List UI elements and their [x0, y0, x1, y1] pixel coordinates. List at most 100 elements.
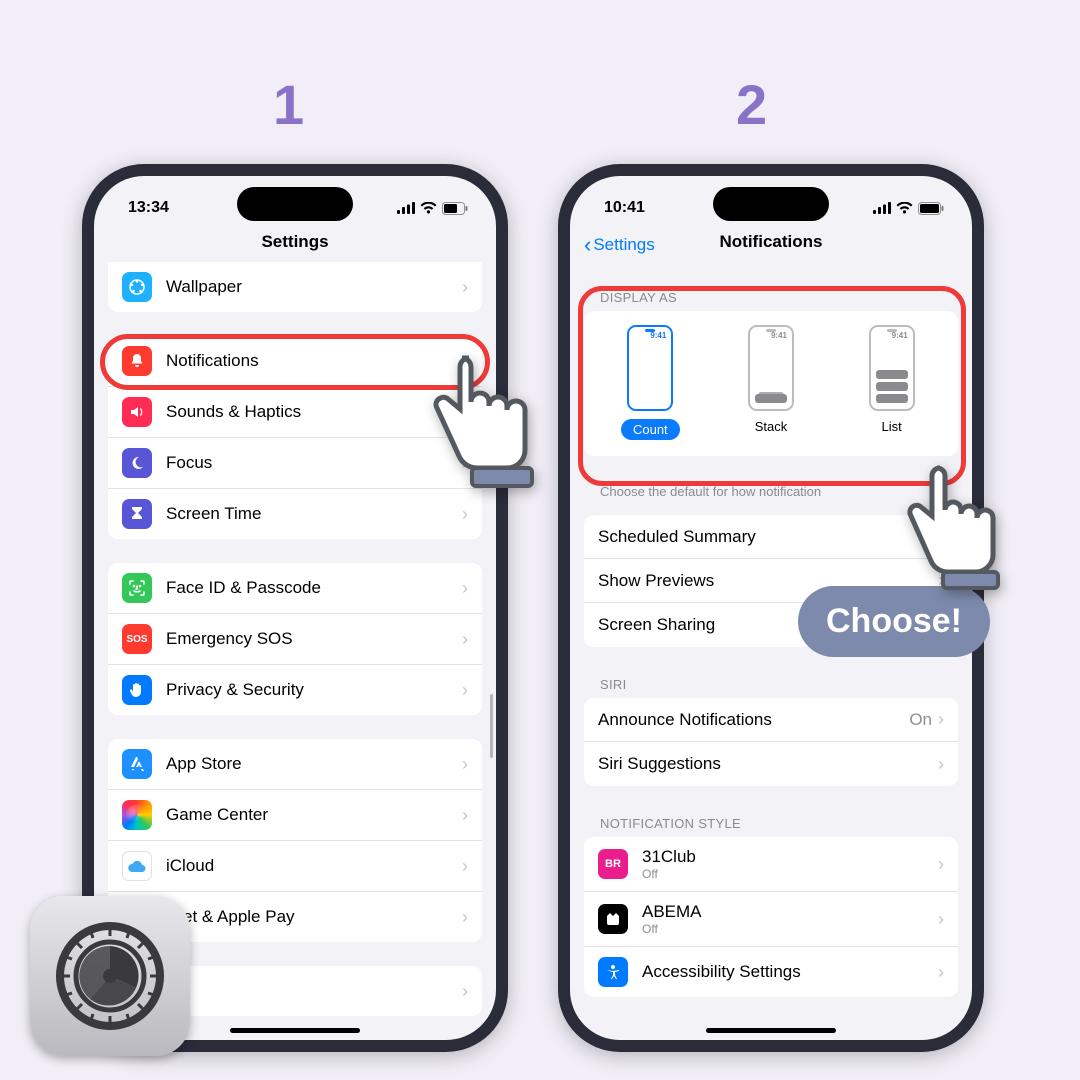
- row-sos[interactable]: SOS Emergency SOS ›: [108, 614, 482, 665]
- chevron-right-icon: ›: [462, 277, 468, 298]
- display-option-stack[interactable]: 9:41 Stack: [721, 325, 821, 440]
- home-indicator[interactable]: [230, 1028, 360, 1033]
- chevron-right-icon: ›: [462, 907, 468, 928]
- step-number-2: 2: [736, 72, 767, 137]
- app-icon-abema: [598, 904, 628, 934]
- row-label: Siri Suggestions: [598, 754, 938, 774]
- row-announce-notifications[interactable]: Announce Notifications On ›: [584, 698, 958, 742]
- display-option-list[interactable]: 9:41 List: [842, 325, 942, 440]
- row-label: iCloud: [166, 856, 462, 876]
- chevron-right-icon: ›: [938, 754, 944, 775]
- chevron-right-icon: ›: [938, 962, 944, 983]
- option-label: Count: [621, 419, 680, 440]
- chevron-right-icon: ›: [462, 504, 468, 525]
- app-name: 31Club: [642, 847, 938, 867]
- display-option-count[interactable]: 9:41 Count: [600, 325, 700, 440]
- status-time: 13:34: [128, 199, 169, 217]
- row-label: Notifications: [166, 351, 462, 371]
- chevron-right-icon: ›: [462, 629, 468, 650]
- icloud-icon: [122, 851, 152, 881]
- chevron-right-icon: ›: [462, 754, 468, 775]
- faceid-icon: [122, 573, 152, 603]
- hourglass-icon: [122, 499, 152, 529]
- row-label: Wallpaper: [166, 277, 462, 297]
- step-number-1: 1: [273, 72, 304, 137]
- wifi-icon: [896, 202, 913, 214]
- nav-bar: Settings: [94, 226, 496, 262]
- preview-phone-stack: 9:41: [748, 325, 794, 411]
- chevron-right-icon: ›: [462, 578, 468, 599]
- row-label: App Store: [166, 754, 462, 774]
- row-label: Announce Notifications: [598, 710, 909, 730]
- row-game-center[interactable]: Game Center ›: [108, 790, 482, 841]
- app-name: ABEMA: [642, 902, 938, 922]
- battery-icon: [918, 202, 944, 215]
- row-label: Focus: [166, 453, 462, 473]
- section-header-display-as: DISPLAY AS: [570, 262, 972, 311]
- app-icon-accessibility: [598, 957, 628, 987]
- row-icloud[interactable]: iCloud ›: [108, 841, 482, 892]
- row-label: Scheduled Summary: [598, 527, 938, 547]
- section-header-notification-style: NOTIFICATION STYLE: [570, 810, 972, 837]
- row-privacy[interactable]: Privacy & Security ›: [108, 665, 482, 715]
- chevron-right-icon: ›: [938, 854, 944, 875]
- chevron-right-icon: ›: [462, 680, 468, 701]
- page-title: Notifications: [720, 232, 823, 251]
- option-label: Stack: [755, 419, 788, 434]
- app-status: Off: [642, 922, 938, 936]
- battery-icon: [442, 202, 468, 215]
- page-title: Settings: [261, 232, 328, 251]
- row-app-accessibility[interactable]: Accessibility Settings ›: [584, 947, 958, 997]
- row-app-store[interactable]: App Store ›: [108, 739, 482, 790]
- option-label: List: [882, 419, 902, 434]
- bell-icon: [122, 346, 152, 376]
- cellular-signal-icon: [397, 202, 415, 214]
- chevron-right-icon: ›: [938, 909, 944, 930]
- row-label: Privacy & Security: [166, 680, 462, 700]
- cellular-signal-icon: [873, 202, 891, 214]
- app-store-icon: [122, 749, 152, 779]
- row-label: Face ID & Passcode: [166, 578, 462, 598]
- row-app-31club[interactable]: BR 31Club Off ›: [584, 837, 958, 892]
- back-label: Settings: [593, 235, 654, 255]
- wifi-icon: [420, 202, 437, 214]
- row-wallpaper[interactable]: Wallpaper ›: [108, 262, 482, 312]
- row-label: Screen Time: [166, 504, 462, 524]
- dynamic-island: [237, 187, 353, 221]
- dynamic-island: [713, 187, 829, 221]
- row-label: allet & Apple Pay: [166, 907, 462, 927]
- row-siri-suggestions[interactable]: Siri Suggestions ›: [584, 742, 958, 786]
- row-label: Game Center: [166, 805, 462, 825]
- game-center-icon: [122, 800, 152, 830]
- back-button[interactable]: ‹Settings: [584, 232, 655, 258]
- row-value: On: [909, 710, 932, 730]
- sos-icon: SOS: [122, 624, 152, 654]
- home-indicator[interactable]: [706, 1028, 836, 1033]
- preview-phone-count: 9:41: [627, 325, 673, 411]
- hand-cursor-icon: [424, 340, 564, 505]
- chevron-right-icon: ›: [462, 981, 468, 1002]
- row-faceid[interactable]: Face ID & Passcode ›: [108, 563, 482, 614]
- app-icon-31club: BR: [598, 849, 628, 879]
- app-name: Accessibility Settings: [642, 962, 938, 982]
- row-label: Sounds & Haptics: [166, 402, 462, 422]
- settings-app-icon: [30, 896, 190, 1056]
- chevron-right-icon: ›: [462, 805, 468, 826]
- hand-raised-icon: [122, 675, 152, 705]
- chevron-right-icon: ›: [462, 856, 468, 877]
- nav-bar: ‹Settings Notifications: [570, 226, 972, 262]
- speaker-icon: [122, 397, 152, 427]
- chevron-right-icon: ›: [938, 709, 944, 730]
- row-label: ps: [166, 981, 462, 1001]
- moon-icon: [122, 448, 152, 478]
- row-label: Emergency SOS: [166, 629, 462, 649]
- section-header-siri: SIRI: [570, 671, 972, 698]
- app-status: Off: [642, 867, 938, 881]
- wallpaper-icon: [122, 272, 152, 302]
- scrollbar[interactable]: [490, 694, 493, 758]
- status-time: 10:41: [604, 199, 645, 217]
- hand-cursor-icon: [898, 452, 1028, 607]
- chevron-left-icon: ‹: [584, 232, 591, 258]
- preview-phone-list: 9:41: [869, 325, 915, 411]
- row-app-abema[interactable]: ABEMA Off ›: [584, 892, 958, 947]
